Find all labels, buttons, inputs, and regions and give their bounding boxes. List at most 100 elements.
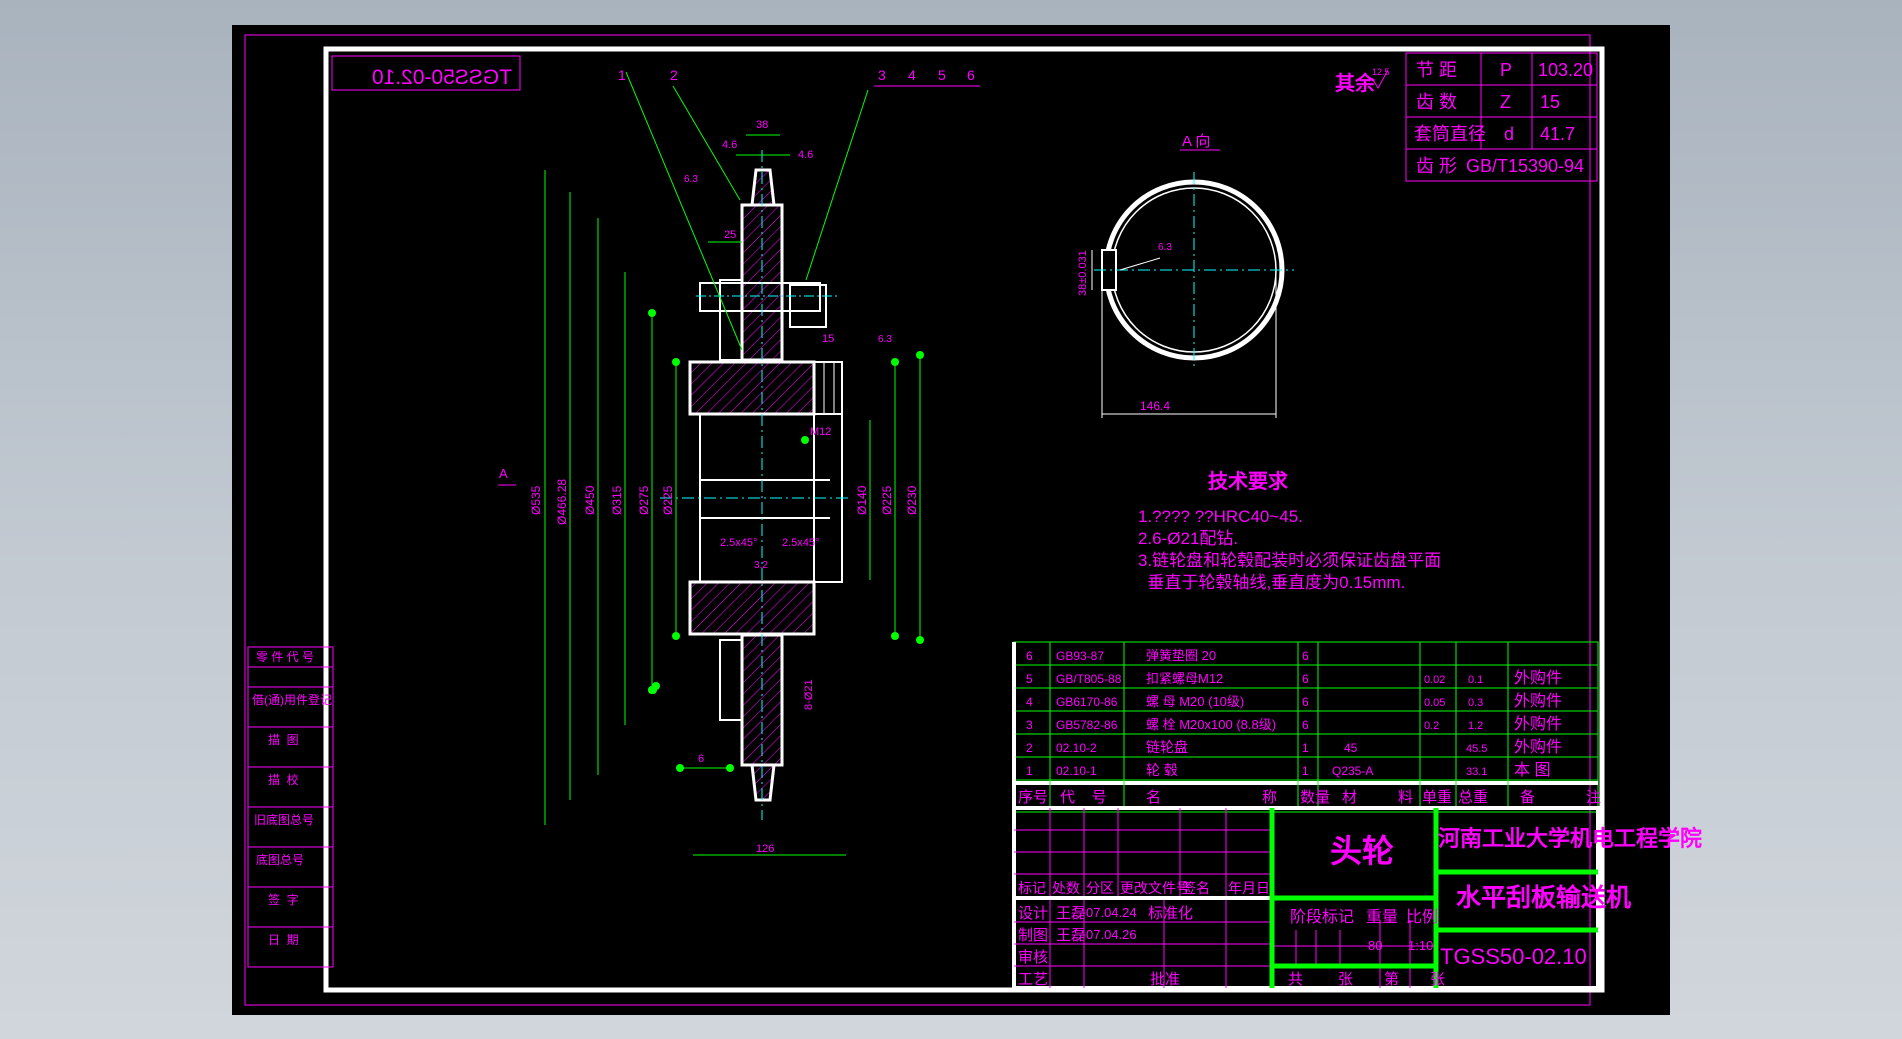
left-strip-label: 日 期: [268, 933, 299, 947]
left-strip-label: 签 字: [268, 892, 299, 907]
hub-section-lower: [688, 580, 816, 636]
callout: 6: [967, 67, 975, 83]
rev-header: 分区: [1086, 880, 1114, 896]
bom-cell: 0.3: [1468, 697, 1483, 709]
bom-cell: GB6170-86: [1056, 695, 1118, 709]
design-label: 设计: [1018, 905, 1048, 922]
param-symbol: P: [1500, 60, 1512, 80]
drawing-number: TGSS50-02.10: [1440, 944, 1587, 969]
dim-text: 6.3: [1158, 242, 1172, 253]
param-label: 套筒直径: [1414, 124, 1486, 144]
dim-text: Ø225: [880, 485, 894, 515]
dim-text: 6.3: [878, 334, 892, 345]
bom-cell: 6: [1302, 672, 1309, 686]
callout: 2: [670, 67, 678, 83]
dim-text: M12: [810, 426, 831, 438]
param-value: 103.20: [1538, 60, 1593, 80]
roughness-note: 其余: [1335, 71, 1376, 95]
bom-cell: 外购件: [1514, 715, 1562, 733]
callout: 3: [878, 67, 886, 83]
school-name: 河南工业大学机电工程学院: [1438, 826, 1702, 851]
bom-header: 备: [1520, 789, 1535, 806]
dim-text: 2.5x45°: [782, 537, 819, 549]
dim-text: Ø450: [583, 485, 597, 515]
callout: 5: [938, 67, 946, 83]
dim-text: 6: [698, 753, 704, 765]
tech-req-item: 2.6-Ø21配钻.: [1138, 529, 1238, 548]
dim-text: Ø140: [855, 485, 869, 515]
scale-value: 1:10: [1408, 938, 1433, 953]
bom-cell: 1.2: [1468, 720, 1483, 732]
bom-header: 总重: [1458, 789, 1488, 806]
rev-header: 签名: [1182, 880, 1210, 896]
param-label: 齿 形: [1416, 156, 1457, 176]
review-label: 审核: [1018, 949, 1048, 966]
bom-cell: 1: [1302, 741, 1309, 755]
bom-cell: 6: [1302, 695, 1309, 709]
bom-cell: 外购件: [1514, 669, 1562, 687]
bom-cell: 5: [1026, 672, 1033, 686]
callout: 4: [908, 67, 916, 83]
bom-cell: 本 图: [1514, 761, 1550, 779]
sheet-total: 共: [1288, 971, 1303, 988]
dim-text: 25: [724, 229, 736, 241]
sheet-no: 第: [1384, 970, 1399, 988]
left-strip-label: 描 校: [268, 772, 299, 787]
bom-cell: 33.1: [1466, 766, 1487, 778]
bom-cell: 螺 栓 M20x100 (8.8级): [1146, 717, 1276, 732]
param-label: 齿 数: [1416, 92, 1457, 112]
param-symbol: d: [1504, 124, 1514, 144]
mirrored-drawing-number: TGSS50-02.10: [372, 66, 512, 89]
param-value: 15: [1540, 92, 1560, 112]
bom-cell: 3: [1026, 718, 1033, 732]
left-strip-label: 描 图: [268, 733, 299, 747]
dim-text: 2.5x45°: [720, 537, 757, 549]
bom-cell: 1: [1026, 764, 1033, 778]
param-label: 节 距: [1416, 60, 1457, 80]
part-name: 头轮: [1330, 833, 1394, 869]
bom-cell: 螺 母 M20 (10级): [1146, 694, 1244, 709]
left-strip-label: 底图总号: [256, 852, 304, 867]
bom-cell: GB93-87: [1056, 649, 1104, 663]
dim-text: Ø275: [637, 485, 651, 515]
bom-cell: 0.1: [1468, 674, 1483, 686]
weight-label: 重量: [1366, 908, 1398, 926]
dim-text: 4.6: [722, 139, 737, 151]
bom-header: 料: [1398, 789, 1413, 806]
dim-text: 15: [822, 333, 834, 345]
cad-viewport[interactable]: TGSS50-02.10 其余 12.5 节 距 P 103.20 齿 数 Z …: [0, 0, 1902, 1039]
standardize-label: 标准化: [1148, 905, 1193, 922]
sheet-label2: 张: [1430, 971, 1445, 988]
left-strip-label: 借(通)用件登记: [252, 692, 332, 707]
bom-header: 名: [1146, 789, 1161, 806]
dim-text: 38: [756, 119, 768, 131]
draw-name: 王磊: [1056, 927, 1086, 944]
bom-cell: 外购件: [1514, 738, 1562, 756]
bom-cell: 外购件: [1514, 692, 1562, 710]
product-name: 水平刮板输送机: [1456, 883, 1631, 912]
dim-text: Ø230: [905, 485, 919, 515]
bom-cell: 45: [1344, 741, 1358, 755]
section-marker: A: [499, 466, 508, 481]
a-view-label: A 向: [1182, 133, 1210, 150]
stage-label: 阶段标记: [1290, 908, 1354, 926]
dim-text: Ø225: [661, 485, 675, 515]
tech-req-title: 技术要求: [1208, 469, 1289, 493]
bom-cell: Q235-A: [1332, 764, 1373, 778]
bom-cell: 1: [1302, 764, 1309, 778]
bom-cell: 6: [1302, 718, 1309, 732]
bom-header: 注: [1586, 789, 1601, 806]
bom-cell: 0.2: [1424, 720, 1439, 732]
gear-param-table: 节 距 P 103.20 齿 数 Z 15 套筒直径 d 41.7 齿 形 GB…: [1405, 52, 1598, 182]
callout: 1: [618, 67, 626, 83]
weight-value: 80: [1368, 938, 1382, 953]
draw-date: 07.04.26: [1086, 927, 1137, 942]
bom-header: 称: [1262, 789, 1277, 806]
bom-header: 代 号: [1060, 789, 1107, 806]
bom-header: 序号: [1018, 789, 1048, 806]
bom-cell: 2: [1026, 741, 1033, 755]
bom-cell: 6: [1302, 649, 1309, 663]
bom-cell: 02.10-1: [1056, 764, 1097, 778]
dim-text: 38±0.031: [1077, 250, 1089, 296]
bom-cell: 45.5: [1466, 743, 1487, 755]
